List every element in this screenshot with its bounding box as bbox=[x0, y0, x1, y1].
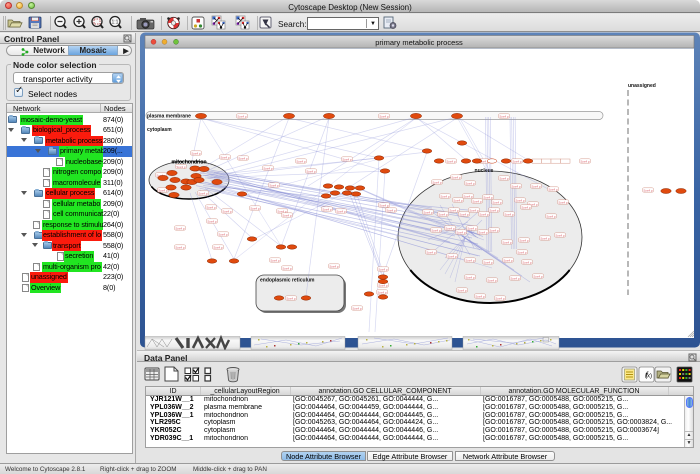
svg-text:Sxx4 p: Sxx4 p bbox=[521, 205, 531, 209]
svg-text:Sxx4 p: Sxx4 p bbox=[580, 159, 590, 163]
svg-text:Sxx4 p: Sxx4 p bbox=[499, 114, 509, 118]
svg-text:Sxx4 p: Sxx4 p bbox=[379, 114, 389, 118]
svg-text:Sxx4 p: Sxx4 p bbox=[379, 203, 389, 207]
svg-text:Sxx4 p: Sxx4 p bbox=[431, 228, 441, 232]
svg-text:primary metabolic process: primary metabolic process bbox=[375, 38, 463, 47]
svg-text:(x): (x) bbox=[645, 374, 652, 380]
svg-text:Sxx4 p: Sxx4 p bbox=[503, 258, 513, 262]
svg-text:1:1: 1:1 bbox=[112, 20, 119, 26]
svg-text:Sxx4 p: Sxx4 p bbox=[191, 151, 201, 155]
svg-text:Sxx4 p: Sxx4 p bbox=[386, 208, 396, 212]
svg-text:Sxx4 p: Sxx4 p bbox=[238, 156, 248, 160]
svg-text:Sxx4 p: Sxx4 p bbox=[457, 288, 467, 292]
svg-text:Sxx4 p: Sxx4 p bbox=[322, 207, 332, 211]
svg-text:Sxx4 p: Sxx4 p bbox=[465, 258, 475, 262]
svg-text:Sxx4 p: Sxx4 p bbox=[445, 226, 455, 230]
svg-text:Sxx4 p: Sxx4 p bbox=[270, 258, 280, 262]
svg-text:Sxx4 p: Sxx4 p bbox=[438, 212, 448, 216]
svg-text:Sxx4 p: Sxx4 p bbox=[548, 187, 558, 191]
svg-text:Sxx4 p: Sxx4 p bbox=[451, 175, 461, 179]
svg-text:Sxx4 p: Sxx4 p bbox=[499, 176, 509, 180]
svg-text:Sxx4 p: Sxx4 p bbox=[198, 191, 208, 195]
svg-text:Sxx4 p: Sxx4 p bbox=[352, 306, 362, 310]
svg-text:Sxx4 p: Sxx4 p bbox=[533, 274, 543, 278]
svg-text:Sxx4 p: Sxx4 p bbox=[492, 200, 502, 204]
svg-text:Sxx4 p: Sxx4 p bbox=[269, 183, 279, 187]
svg-text:Sxx4 p: Sxx4 p bbox=[522, 260, 532, 264]
svg-text:Sxx4 p: Sxx4 p bbox=[495, 296, 505, 300]
svg-text:Sxx4 p: Sxx4 p bbox=[263, 166, 273, 170]
svg-text:Sxx4 p: Sxx4 p bbox=[206, 205, 216, 209]
svg-text:Sxx4 p: Sxx4 p bbox=[517, 250, 527, 254]
svg-text:Sxx4 p: Sxx4 p bbox=[540, 236, 550, 240]
svg-text:Sxx4 p: Sxx4 p bbox=[531, 184, 541, 188]
svg-text:Sxx4 p: Sxx4 p bbox=[515, 198, 525, 202]
svg-text:Sxx4 p: Sxx4 p bbox=[489, 228, 499, 232]
svg-text:Sxx4 p: Sxx4 p bbox=[207, 219, 217, 223]
svg-text:Sxx4 p: Sxx4 p bbox=[478, 230, 488, 234]
svg-text:Sxx4 p: Sxx4 p bbox=[220, 155, 230, 159]
svg-text:Sxx4 p: Sxx4 p bbox=[463, 194, 473, 198]
svg-text:Sxx4 p: Sxx4 p bbox=[426, 250, 436, 254]
svg-text:Sxx4 p: Sxx4 p bbox=[558, 200, 568, 204]
svg-text:Sxx4 p: Sxx4 p bbox=[432, 180, 442, 184]
svg-text:Sxx4 p: Sxx4 p bbox=[469, 208, 479, 212]
svg-text:Sxx4 p: Sxx4 p bbox=[483, 260, 493, 264]
svg-text:Sxx4 p: Sxx4 p bbox=[282, 266, 292, 270]
svg-text:mitochondrion: mitochondrion bbox=[172, 160, 207, 166]
svg-text:Sxx4 p: Sxx4 p bbox=[446, 159, 456, 163]
svg-text:Sxx4 p: Sxx4 p bbox=[336, 209, 346, 213]
svg-text:Sxx4 p: Sxx4 p bbox=[449, 208, 459, 212]
svg-text:Sxx4 p: Sxx4 p bbox=[546, 214, 556, 218]
svg-text:unassigned: unassigned bbox=[628, 83, 656, 89]
svg-text:Sxx4 p: Sxx4 p bbox=[447, 254, 457, 258]
svg-text:Sxx4 p: Sxx4 p bbox=[479, 212, 489, 216]
svg-text:Sxx4 p: Sxx4 p bbox=[175, 245, 185, 249]
svg-text:Sxx4 p: Sxx4 p bbox=[512, 159, 522, 163]
svg-text:Sxx4 p: Sxx4 p bbox=[237, 114, 247, 118]
svg-text:Sxx4 p: Sxx4 p bbox=[218, 232, 228, 236]
svg-text:Sxx4 p: Sxx4 p bbox=[282, 213, 292, 217]
svg-text:Sxx4 p: Sxx4 p bbox=[467, 226, 477, 230]
svg-text:Sxx4 p: Sxx4 p bbox=[510, 276, 520, 280]
svg-text:Sxx4 p: Sxx4 p bbox=[456, 230, 466, 234]
svg-text:Sxx4 p: Sxx4 p bbox=[465, 181, 475, 185]
svg-text:Sxx4 p: Sxx4 p bbox=[483, 195, 493, 199]
svg-text:Sxx4 p: Sxx4 p bbox=[643, 188, 653, 192]
svg-text:Sxx4 p: Sxx4 p bbox=[377, 290, 387, 294]
svg-text:Sxx4 p: Sxx4 p bbox=[475, 294, 485, 298]
svg-text:Sxx4 p: Sxx4 p bbox=[453, 198, 463, 202]
svg-text:Sxx4 p: Sxx4 p bbox=[213, 245, 223, 249]
svg-text:Sxx4 p: Sxx4 p bbox=[502, 240, 512, 244]
svg-text:Sxx4 p: Sxx4 p bbox=[465, 275, 475, 279]
svg-text:Sxx4 p: Sxx4 p bbox=[487, 278, 497, 282]
svg-text:Sxx4 p: Sxx4 p bbox=[504, 212, 514, 216]
svg-text:Sxx4 p: Sxx4 p bbox=[459, 212, 469, 216]
svg-text:plasma membrane: plasma membrane bbox=[147, 114, 191, 120]
svg-text:endoplasmic reticulum: endoplasmic reticulum bbox=[260, 278, 315, 284]
svg-text:Sxx4 p: Sxx4 p bbox=[440, 194, 450, 198]
svg-text:Sxx4 p: Sxx4 p bbox=[175, 226, 185, 230]
svg-text:Sxx4 p: Sxx4 p bbox=[472, 199, 482, 203]
svg-text:Sxx4 p: Sxx4 p bbox=[286, 296, 296, 300]
svg-text:Sxx4 p: Sxx4 p bbox=[306, 169, 316, 173]
svg-text:Sxx4 p: Sxx4 p bbox=[511, 184, 521, 188]
svg-text:Sxx4 p: Sxx4 p bbox=[378, 267, 388, 271]
svg-text:Sxx4 p: Sxx4 p bbox=[222, 209, 232, 213]
svg-text:Sxx4 p: Sxx4 p bbox=[342, 157, 352, 161]
svg-text:cytoplasm: cytoplasm bbox=[147, 127, 172, 133]
svg-text:Sxx4 p: Sxx4 p bbox=[296, 159, 306, 163]
svg-text:Sxx4 p: Sxx4 p bbox=[423, 210, 433, 214]
svg-text:Sxx4 p: Sxx4 p bbox=[329, 264, 339, 268]
svg-text:Sxx4 p: Sxx4 p bbox=[489, 208, 499, 212]
svg-text:Sxx4 p: Sxx4 p bbox=[555, 233, 565, 237]
svg-text:Sxx4 p: Sxx4 p bbox=[250, 206, 260, 210]
svg-text:Sxx4 p: Sxx4 p bbox=[519, 238, 529, 242]
